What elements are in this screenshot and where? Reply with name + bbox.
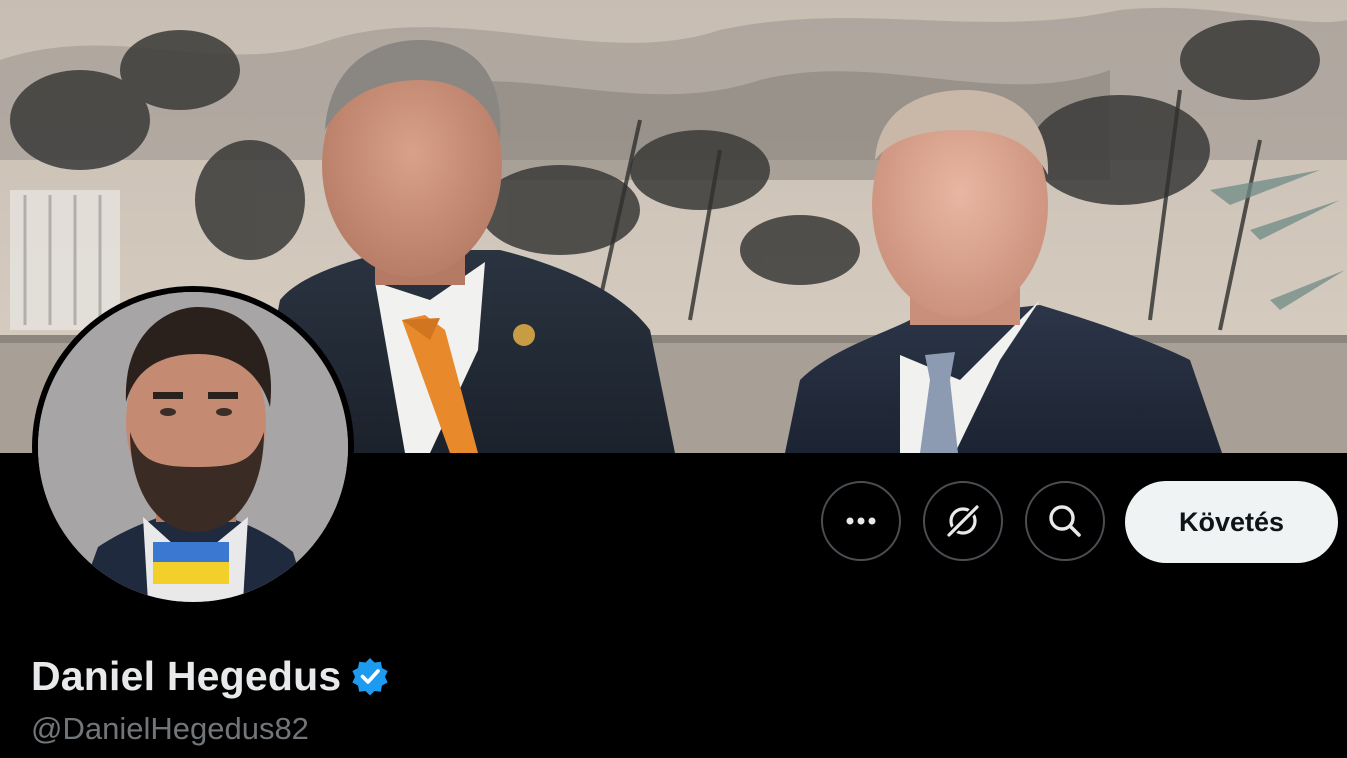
avatar-image [38,292,348,602]
grok-button[interactable] [923,481,1003,561]
profile-handle: @DanielHegedus82 [31,711,309,746]
profile-name-row: Daniel Hegedus [31,650,390,702]
grok-icon [947,505,979,537]
search-icon [1049,505,1081,537]
profile-avatar[interactable] [32,286,354,608]
display-name: Daniel Hegedus [31,652,342,699]
more-options-button[interactable] [821,481,901,561]
more-dots-icon [846,517,876,525]
follow-button[interactable]: Követés [1125,481,1338,563]
search-profile-button[interactable] [1025,481,1105,561]
avatar-photo [38,292,348,602]
verified-badge-icon[interactable] [350,656,390,696]
verified-badge-svg [352,658,388,696]
profile-page: Követés Daniel Hegedus @DanielHegedus82 [0,0,1347,758]
